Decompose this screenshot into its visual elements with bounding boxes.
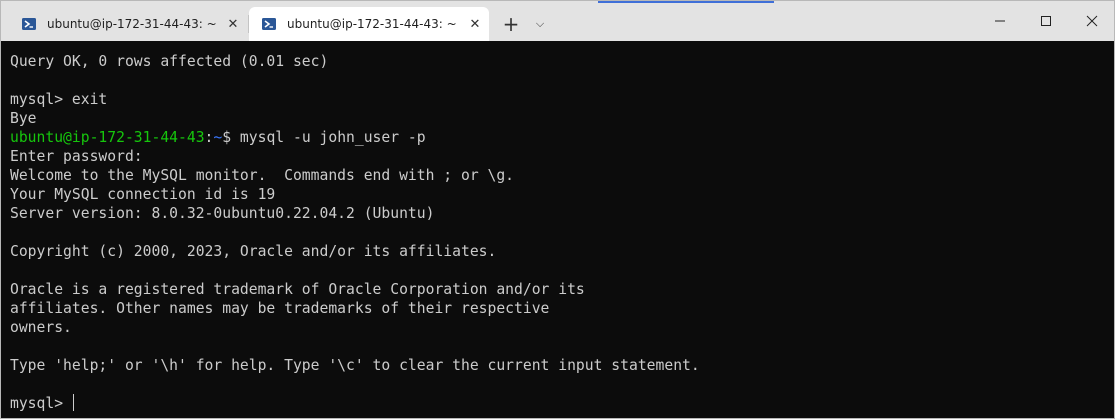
mysql-prompt: mysql> bbox=[10, 395, 72, 412]
maximize-icon bbox=[1041, 16, 1051, 26]
tab-1-label: ubuntu@ip-172-31-44-43: ~ bbox=[47, 17, 217, 31]
terminal-line: Type 'help;' or '\h' for help. Type '\c'… bbox=[10, 357, 700, 374]
tab-2-active[interactable]: ubuntu@ip-172-31-44-43: ~ ✕ bbox=[249, 7, 489, 41]
terminal-window: ubuntu@ip-172-31-44-43: ~ ✕ ubuntu@ip-17… bbox=[0, 0, 1115, 419]
tab-2-label: ubuntu@ip-172-31-44-43: ~ bbox=[287, 17, 457, 31]
close-window-button[interactable] bbox=[1069, 1, 1114, 41]
title-accent-line bbox=[598, 1, 774, 3]
terminal-line: Bye bbox=[10, 110, 37, 127]
terminal-line: mysql> exit bbox=[10, 91, 108, 108]
terminal-line: Copyright (c) 2000, 2023, Oracle and/or … bbox=[10, 243, 497, 260]
terminal-line: Your MySQL connection id is 19 bbox=[10, 186, 276, 203]
text-cursor bbox=[72, 394, 74, 411]
tab-1[interactable]: ubuntu@ip-172-31-44-43: ~ ✕ bbox=[9, 7, 247, 41]
close-icon bbox=[1086, 15, 1098, 27]
prompt-command: mysql -u john_user -p bbox=[239, 129, 426, 146]
powershell-icon bbox=[22, 18, 36, 30]
minimize-button[interactable] bbox=[977, 1, 1023, 41]
prompt-path: ~ bbox=[213, 129, 223, 146]
terminal-output[interactable]: Query OK, 0 rows affected (0.01 sec) mys… bbox=[1, 41, 1114, 418]
terminal-line: Welcome to the MySQL monitor. Commands e… bbox=[10, 167, 515, 184]
terminal-line: owners. bbox=[10, 319, 72, 336]
terminal-line: Query OK, 0 rows affected (0.01 sec) bbox=[10, 53, 329, 70]
powershell-icon bbox=[262, 18, 276, 30]
prompt-user-host: ubuntu@ip-172-31-44-43 bbox=[10, 129, 205, 146]
shell-prompt-line: ubuntu@ip-172-31-44-43:~$ mysql -u john_… bbox=[10, 128, 1114, 147]
tab-1-close-icon[interactable]: ✕ bbox=[219, 17, 247, 32]
minimize-icon bbox=[995, 20, 1005, 22]
prompt-symbol: $ bbox=[222, 129, 240, 146]
maximize-button[interactable] bbox=[1023, 1, 1069, 41]
terminal-line: affiliates. Other names may be trademark… bbox=[10, 300, 550, 317]
title-bar: ubuntu@ip-172-31-44-43: ~ ✕ ubuntu@ip-17… bbox=[1, 1, 1114, 41]
chevron-down-icon[interactable]: ⌵ bbox=[527, 10, 553, 38]
new-tab-button[interactable]: + bbox=[497, 10, 525, 38]
tab-2-close-icon[interactable]: ✕ bbox=[461, 17, 489, 32]
terminal-line: Oracle is a registered trademark of Orac… bbox=[10, 281, 585, 298]
terminal-line: Server version: 8.0.32-0ubuntu0.22.04.2 … bbox=[10, 205, 435, 222]
terminal-line: Enter password: bbox=[10, 148, 143, 165]
mysql-prompt-line[interactable]: mysql> bbox=[10, 394, 1114, 413]
